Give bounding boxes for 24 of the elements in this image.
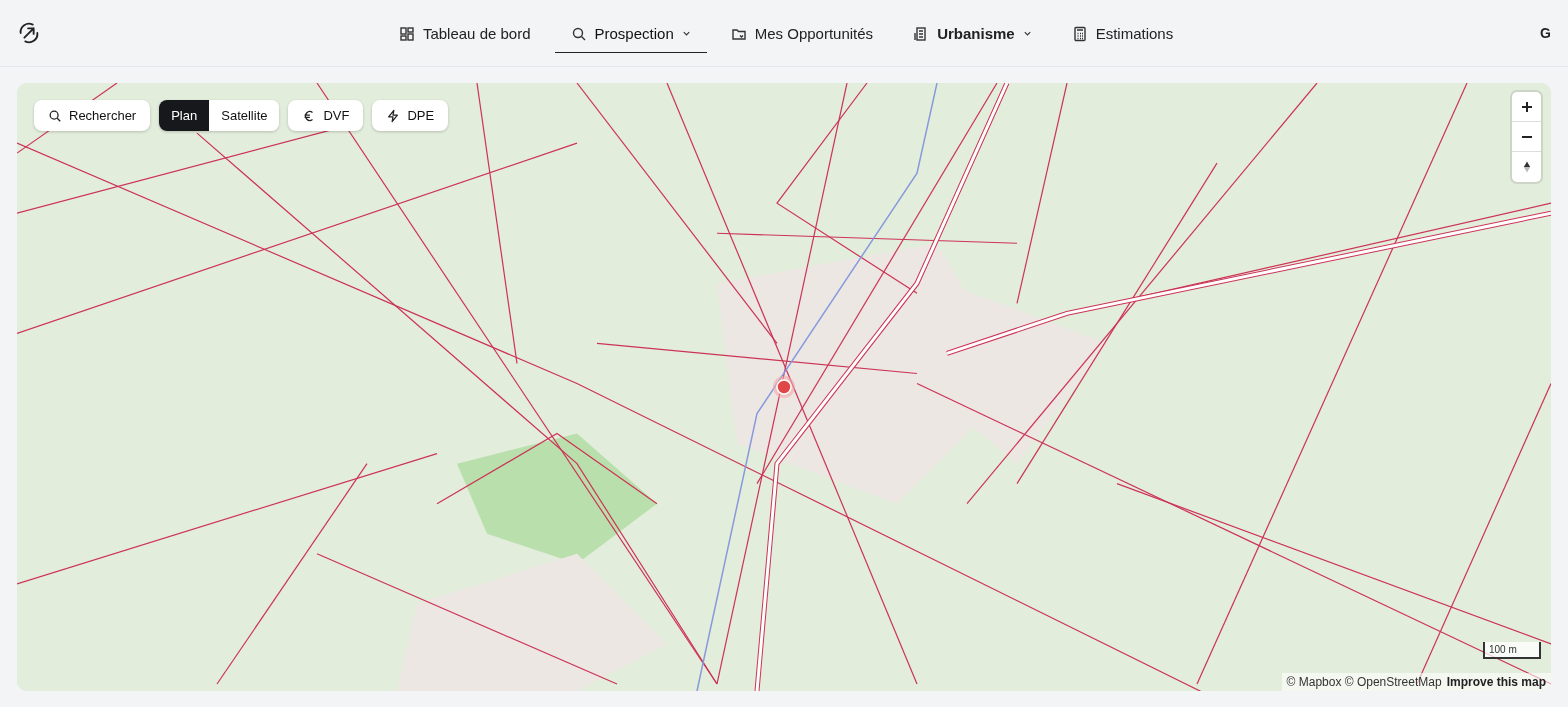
nav-tab[interactable]: Mes Opportunités: [714, 15, 890, 53]
map-attribution: © Mapbox © OpenStreetMap: [1286, 675, 1442, 689]
view-option[interactable]: Satellite: [209, 100, 280, 131]
search-button[interactable]: Rechercher: [34, 100, 151, 131]
plus-icon: [1520, 100, 1533, 113]
user-avatar[interactable]: G: [1540, 25, 1551, 41]
compass-icon: [1522, 159, 1531, 175]
calculator-icon: [1071, 25, 1088, 42]
map-marker[interactable]: [772, 375, 796, 399]
nav-tab[interactable]: Prospection: [554, 15, 707, 53]
chevron-down-icon: [1022, 29, 1032, 38]
lightning-icon: [386, 108, 401, 123]
chevron-down-icon: [681, 29, 691, 38]
scale-bar: 100 m: [1483, 642, 1541, 659]
nav-tab[interactable]: Tableau de bord: [382, 15, 547, 53]
search-icon: [570, 25, 587, 42]
layer-button[interactable]: DVF: [288, 100, 364, 131]
view-option[interactable]: Plan: [159, 100, 210, 131]
search-icon: [48, 108, 62, 123]
nav-tab[interactable]: Estimations: [1055, 15, 1190, 53]
layer-button[interactable]: DPE: [372, 100, 449, 131]
dashboard-icon: [398, 25, 415, 42]
nav-tab[interactable]: Urbanisme: [897, 15, 1048, 53]
improve-map-link[interactable]: Improve this map: [1446, 675, 1546, 689]
